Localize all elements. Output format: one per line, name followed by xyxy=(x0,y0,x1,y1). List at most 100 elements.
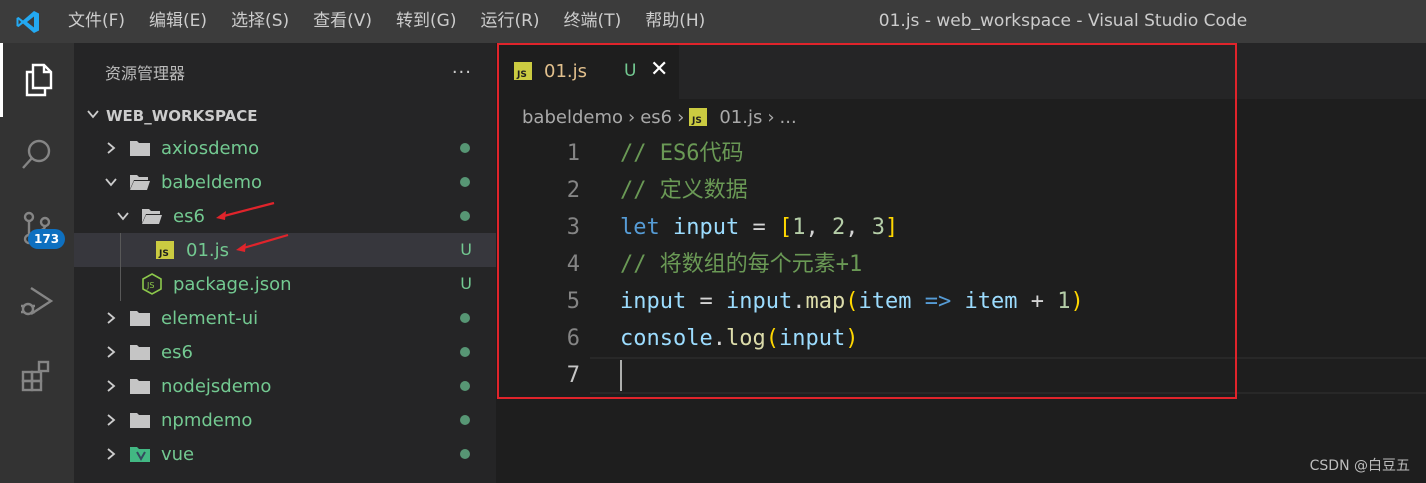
modified-dot-icon xyxy=(460,177,470,187)
chevron-right-icon xyxy=(104,345,118,359)
tree-item-element-ui[interactable]: element-ui xyxy=(74,301,496,335)
svg-text:JS: JS xyxy=(691,116,702,126)
line-number: 3 xyxy=(566,215,580,240)
folder-icon xyxy=(129,139,151,157)
tree-item-nodejsdemo[interactable]: nodejsdemo xyxy=(74,369,496,403)
tree-item-label: element-ui xyxy=(161,307,259,329)
untracked-status: U xyxy=(460,240,472,259)
tree-item-babeldemo[interactable]: babeldemo xyxy=(74,165,496,199)
explorer-title: 资源管理器 xyxy=(105,64,186,83)
source-control-button[interactable]: 173 xyxy=(0,191,74,265)
nodejs-file-icon: JS xyxy=(141,273,163,295)
line-number: 6 xyxy=(566,326,580,351)
tree-item-01-js[interactable]: JS 01.js U xyxy=(74,233,496,267)
watermark: CSDN @白豆五 xyxy=(1309,458,1410,474)
tab-bar: JS 01.js U ✕ xyxy=(496,43,1426,99)
activity-bar: 173 xyxy=(0,43,74,483)
scm-count-badge: 173 xyxy=(28,229,66,249)
tree-item-label: package.json xyxy=(173,273,292,295)
line-number: 5 xyxy=(566,289,580,314)
tree-item-es6-open[interactable]: es6 xyxy=(74,199,496,233)
code-line: 4 // 将数组的每个元素+1 xyxy=(496,246,1426,283)
close-icon[interactable]: ✕ xyxy=(650,56,668,84)
svg-text:JS: JS xyxy=(158,249,169,259)
line-number: 4 xyxy=(566,252,580,277)
modified-dot-icon xyxy=(460,211,470,221)
menu-view[interactable]: 查看(V) xyxy=(301,0,384,43)
menu-run[interactable]: 运行(R) xyxy=(468,0,551,43)
code-line: 6 console.log(input) xyxy=(496,320,1426,357)
run-debug-button[interactable] xyxy=(0,265,74,339)
svg-text:JS: JS xyxy=(146,281,154,290)
chevron-right-icon: › xyxy=(628,106,636,128)
javascript-file-icon: JS xyxy=(156,241,174,259)
explorer-sidebar: 资源管理器 ··· WEB_WORKSPACE axiosdemo babeld… xyxy=(74,43,496,483)
annotation-arrow-icon xyxy=(236,233,289,252)
extensions-button[interactable] xyxy=(0,339,74,413)
modified-dot-icon xyxy=(460,347,470,357)
current-line-highlight xyxy=(590,357,1426,394)
modified-dot-icon xyxy=(460,381,470,391)
tree-item-label: es6 xyxy=(161,341,193,363)
vscode-logo-icon xyxy=(0,0,56,43)
explorer-button[interactable] xyxy=(0,43,74,117)
code-line: 2 // 定义数据 xyxy=(496,172,1426,209)
chevron-right-icon: › xyxy=(677,106,685,128)
indent-guide xyxy=(120,267,121,301)
folder-icon xyxy=(129,343,151,361)
chevron-right-icon: › xyxy=(767,106,775,128)
breadcrumb-item[interactable]: 01.js xyxy=(719,107,762,128)
explorer-icon xyxy=(25,63,52,97)
chevron-right-icon xyxy=(104,141,118,155)
chevron-right-icon xyxy=(104,311,118,325)
line-content: input = input.map(item => item + 1) xyxy=(620,289,1084,314)
breadcrumb-item[interactable]: es6 xyxy=(640,107,672,128)
javascript-file-icon: JS xyxy=(689,108,708,126)
tree-item-npmdemo[interactable]: npmdemo xyxy=(74,403,496,437)
modified-dot-icon xyxy=(460,449,470,459)
vue-folder-icon xyxy=(129,445,151,463)
annotation-arrow-icon xyxy=(216,201,275,220)
tree-item-axiosdemo[interactable]: axiosdemo xyxy=(74,131,496,165)
tab-label: 01.js xyxy=(544,60,588,82)
modified-dot-icon xyxy=(460,313,470,323)
menu-selection[interactable]: 选择(S) xyxy=(219,0,301,43)
code-line: 5 input = input.map(item => item + 1) xyxy=(496,283,1426,320)
code-line: 3 let input = [1, 2, 3] xyxy=(496,209,1426,246)
chevron-right-icon xyxy=(104,379,118,393)
modified-dot-icon xyxy=(460,415,470,425)
menu-edit[interactable]: 编辑(E) xyxy=(137,0,219,43)
menu-go[interactable]: 转到(G) xyxy=(384,0,468,43)
tab-untracked-status: U xyxy=(624,61,637,81)
breadcrumb: babeldemo › es6 › JS 01.js › ... xyxy=(496,99,1426,135)
chevron-down-icon xyxy=(104,175,118,189)
line-number: 2 xyxy=(566,178,580,203)
chevron-down-icon xyxy=(86,107,100,125)
code-line-current: 7 xyxy=(496,357,1426,394)
workspace-section-header[interactable]: WEB_WORKSPACE xyxy=(74,101,496,131)
line-content: // 将数组的每个元素+1 xyxy=(620,252,863,277)
tree-item-label: babeldemo xyxy=(161,171,263,193)
search-button[interactable] xyxy=(0,117,74,191)
tree-item-label: es6 xyxy=(173,205,205,227)
tree-item-label: 01.js xyxy=(186,239,230,261)
tree-item-es6[interactable]: es6 xyxy=(74,335,496,369)
tree-item-label: vue xyxy=(161,443,195,465)
run-debug-icon xyxy=(21,286,54,316)
breadcrumb-item[interactable]: babeldemo xyxy=(522,107,623,128)
chevron-down-icon xyxy=(116,209,130,223)
more-actions-button[interactable]: ··· xyxy=(452,62,472,83)
code-editor[interactable]: 1 // ES6代码 2 // 定义数据 3 let input = [1, 2… xyxy=(496,135,1426,394)
tab-01-js[interactable]: JS 01.js U ✕ xyxy=(496,43,679,99)
menu-terminal[interactable]: 终端(T) xyxy=(552,0,634,43)
workspace-name: WEB_WORKSPACE xyxy=(106,107,258,125)
breadcrumb-item[interactable]: ... xyxy=(780,107,797,128)
tree-item-package-json[interactable]: JS package.json U xyxy=(74,267,496,301)
tree-item-vue[interactable]: vue xyxy=(74,437,496,471)
editor-group: JS 01.js U ✕ babeldemo › es6 › JS 01.js … xyxy=(496,43,1426,483)
modified-dot-icon xyxy=(460,143,470,153)
untracked-status: U xyxy=(460,274,472,293)
line-content: let input = [1, 2, 3] xyxy=(620,215,899,240)
line-number: 1 xyxy=(566,141,580,166)
menu-file[interactable]: 文件(F) xyxy=(56,0,137,43)
